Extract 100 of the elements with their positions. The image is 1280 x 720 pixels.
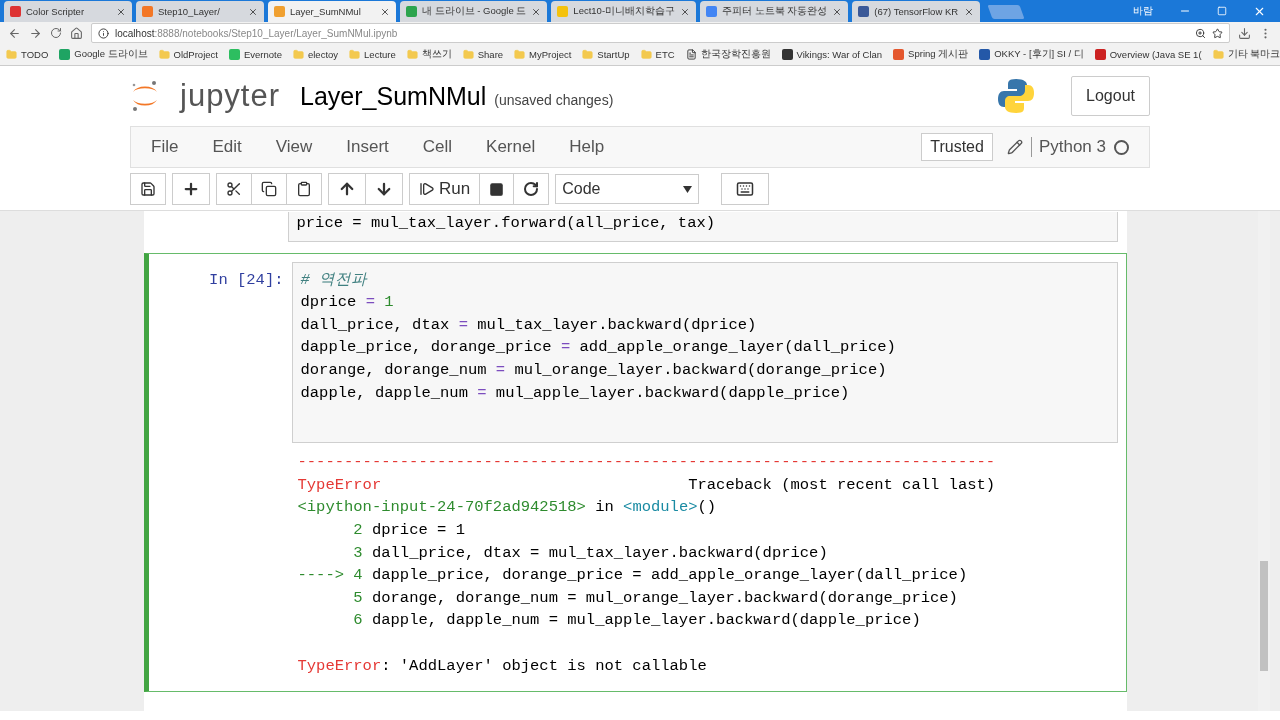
- zoom-icon[interactable]: [1195, 27, 1206, 39]
- browser-tab[interactable]: 내 드라이브 - Google 드: [400, 1, 548, 22]
- logo-text: jupyter: [180, 78, 281, 114]
- bookmark[interactable]: Google 드라이브: [74, 48, 148, 61]
- bookmark[interactable]: TODO: [21, 49, 49, 60]
- input-prompt: In [24]:: [209, 270, 284, 289]
- output-line: TypeError Traceback (most recent call last): [297, 474, 997, 496]
- restart-button[interactable]: [514, 173, 550, 205]
- restore-icon[interactable]: [1217, 6, 1227, 16]
- favicon-icon: [781, 49, 793, 60]
- favicon-icon: [706, 6, 718, 17]
- scissors-icon: [226, 181, 242, 197]
- bookmark[interactable]: Spring 게시판: [908, 48, 969, 61]
- output-line: 2 dprice = 1: [352, 519, 466, 541]
- back-icon[interactable]: [8, 26, 21, 40]
- bookmark[interactable]: 책쓰기: [421, 48, 452, 61]
- bookmark[interactable]: OKKY - [후기] SI / 디: [994, 48, 1084, 61]
- browser-tab[interactable]: Step10_Layer/: [136, 1, 264, 22]
- folder-icon: [406, 49, 418, 60]
- save-icon: [140, 181, 156, 197]
- menu-item[interactable]: Kernel: [486, 137, 536, 157]
- bookmark[interactable]: Lecture: [364, 49, 396, 60]
- kernel-name: Python 3: [1030, 137, 1106, 157]
- close-icon[interactable]: [380, 6, 390, 17]
- add-cell-button[interactable]: [172, 173, 210, 205]
- save-button[interactable]: [130, 173, 166, 205]
- move-down-button[interactable]: [366, 173, 403, 205]
- browser-tab[interactable]: Lect10-미니배치학습구: [551, 1, 697, 22]
- folder-icon: [158, 49, 170, 60]
- trusted-button[interactable]: Trusted: [921, 133, 993, 161]
- keyboard-button[interactable]: [721, 173, 770, 205]
- browser-tab[interactable]: (67) TensorFlow KR: [852, 1, 981, 22]
- bookmark[interactable]: Overview (Java SE 1(: [1109, 49, 1202, 60]
- browser-tab[interactable]: 주피터 노트북 자동완성: [700, 1, 849, 22]
- favicon-icon: [1094, 49, 1106, 60]
- browser-tab[interactable]: Color Scripter: [4, 1, 132, 22]
- plus-icon: [182, 180, 200, 198]
- notebook-cell[interactable]: [143, 252, 1127, 693]
- menu-item[interactable]: File: [151, 137, 179, 157]
- menu-item[interactable]: Help: [569, 137, 605, 157]
- star-icon[interactable]: [1212, 27, 1223, 39]
- address-bar[interactable]: localhost:8888/notebooks/Step10_Layer/Layer_SumNMul.ipynb: [91, 23, 1230, 43]
- bookmark[interactable]: MyProject: [529, 49, 572, 60]
- stop-button[interactable]: [480, 173, 515, 205]
- caret-icon: [683, 185, 693, 193]
- restart-icon: [523, 181, 540, 197]
- move-up-button[interactable]: [328, 173, 366, 205]
- folder-icon: [640, 49, 652, 60]
- close-icon[interactable]: [964, 6, 975, 17]
- edit-icon[interactable]: [1006, 139, 1023, 155]
- folder-icon: [1212, 49, 1224, 60]
- info-icon[interactable]: [98, 27, 109, 39]
- close-icon[interactable]: [116, 6, 126, 17]
- close-icon[interactable]: [248, 6, 258, 17]
- code-line: dall_price, dtax = mul_tax_layer.backward(dprice): [300, 314, 758, 336]
- paste-button[interactable]: [287, 173, 322, 205]
- bookmark[interactable]: Share: [477, 49, 504, 60]
- copy-button[interactable]: [252, 173, 287, 205]
- folder-icon: [514, 49, 526, 60]
- notebook-cell[interactable]: price = mul_tax_layer.forward(all_price, tax): [143, 211, 1127, 243]
- code-line: dapple_price, dorange_price = add_apple_orange_layer(dall_price): [300, 337, 897, 359]
- folder-icon: [349, 49, 361, 60]
- logout-button[interactable]: Logout: [1071, 76, 1150, 116]
- close-icon[interactable]: [531, 6, 542, 17]
- menu-item[interactable]: Insert: [346, 137, 389, 157]
- copy-icon: [261, 181, 277, 197]
- notebook-title[interactable]: Layer_SumNMul: [300, 81, 487, 111]
- cell-type-select[interactable]: Code: [555, 174, 700, 204]
- code-editor[interactable]: [291, 261, 1118, 444]
- bookmark[interactable]: Vikings: War of Clan: [796, 49, 883, 60]
- favicon-icon: [142, 6, 153, 17]
- favicon-icon: [228, 49, 240, 60]
- bookmark[interactable]: electoy: [307, 49, 339, 60]
- favicon-icon: [274, 6, 285, 17]
- menu-item[interactable]: View: [275, 137, 313, 157]
- menu-item[interactable]: Edit: [212, 137, 242, 157]
- browser-tab[interactable]: Layer_SumNMul: [268, 1, 396, 22]
- save-status: (unsaved changes): [494, 92, 614, 108]
- forward-icon[interactable]: [29, 26, 42, 40]
- bookmark[interactable]: 한국장학진흥원: [700, 48, 771, 61]
- close-icon[interactable]: [832, 6, 843, 17]
- run-button[interactable]: Run: [409, 173, 481, 205]
- close-icon[interactable]: [680, 6, 691, 17]
- bookmark[interactable]: OldProject: [173, 49, 218, 60]
- code-editor[interactable]: price = mul_tax_layer.forward(all_price, tax): [287, 212, 1118, 242]
- error-message: TypeError: 'AddLayer' object is not callable: [297, 655, 708, 677]
- home-icon[interactable]: [70, 26, 83, 40]
- profile-name[interactable]: 바람: [1133, 4, 1153, 18]
- reload-icon[interactable]: [50, 27, 62, 39]
- favicon-icon: [557, 6, 569, 17]
- menu-item[interactable]: Cell: [422, 137, 453, 157]
- cut-button[interactable]: [216, 173, 252, 205]
- folder-icon: [462, 49, 474, 60]
- bookmark[interactable]: Evernote: [243, 49, 282, 60]
- download-icon[interactable]: [1238, 26, 1251, 40]
- output-line: ---------------------------------------------------------------------------: [297, 452, 997, 474]
- bookmark[interactable]: StartUp: [597, 49, 630, 60]
- bookmark[interactable]: 기타 북마크: [1227, 48, 1280, 61]
- output-line: 3 dall_price, dtax = mul_tax_layer.backward(dprice): [352, 542, 829, 564]
- bookmark[interactable]: ETC: [655, 49, 675, 60]
